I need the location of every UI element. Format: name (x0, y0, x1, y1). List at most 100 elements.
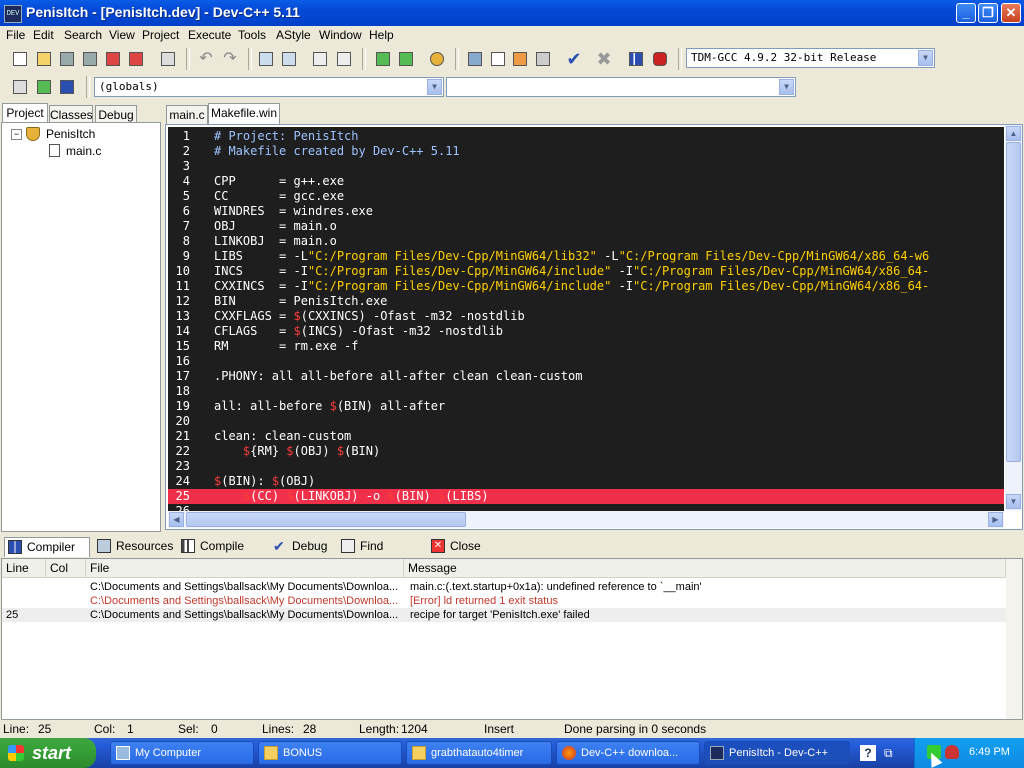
devcpp-app-icon[interactable]: DEV (4, 5, 22, 23)
column-header-file[interactable]: File (86, 559, 404, 578)
restore-windows-icon[interactable]: ⧉ (884, 745, 900, 761)
task-firefox-devcpp-download[interactable]: Dev-C++ downloa... (556, 741, 700, 765)
task-bonus[interactable]: BONUS (258, 741, 402, 765)
menu-view[interactable]: View (109, 28, 135, 42)
code-line[interactable]: 14 CFLAGS = $(INCS) -Ofast -m32 -nostdlib (168, 324, 1004, 339)
profile-chart-icon[interactable] (626, 49, 646, 69)
results-scrollbar[interactable] (1006, 559, 1022, 719)
task-penisitch-devcpp[interactable]: PenisItch - Dev-C++ (704, 741, 850, 765)
code-line[interactable]: 12 BIN = PenisItch.exe (168, 294, 1004, 309)
task-my-computer[interactable]: My Computer (110, 741, 254, 765)
security-shield-icon[interactable] (945, 745, 959, 759)
tab-debug-output[interactable]: ✔ Debug (270, 537, 332, 557)
column-header-col[interactable]: Col (46, 559, 86, 578)
stop-execution-icon[interactable]: ✖ (594, 49, 614, 69)
chevron-down-icon[interactable]: ▼ (918, 50, 933, 66)
compile-icon[interactable] (465, 49, 485, 69)
code-line[interactable]: 9 LIBS = -L"C:/Program Files/Dev-Cpp/MinG… (168, 249, 1004, 264)
horizontal-scroll-thumb[interactable] (186, 512, 466, 527)
scroll-up-icon[interactable]: ▲ (1006, 126, 1021, 141)
save-all-icon[interactable] (80, 49, 100, 69)
vertical-scroll-thumb[interactable] (1006, 142, 1021, 462)
chevron-down-icon[interactable]: ▼ (779, 79, 794, 95)
code-line[interactable]: 24 $(BIN): $(OBJ) (168, 474, 1004, 489)
menu-astyle[interactable]: AStyle (276, 28, 311, 42)
function-select[interactable]: ▼ (446, 77, 796, 97)
code-line[interactable]: 13 CXXFLAGS = $(CXXINCS) -Ofast -m32 -nos… (168, 309, 1004, 324)
task-grabthatauto4timer[interactable]: grabthatauto4timer (406, 741, 552, 765)
menu-file[interactable]: File (6, 28, 25, 42)
code-line[interactable]: 19 all: all-before $(BIN) all-after (168, 399, 1004, 414)
collapse-toggle[interactable]: − (11, 129, 22, 140)
code-line[interactable]: 26 (168, 504, 1004, 511)
menu-tools[interactable]: Tools (238, 28, 266, 42)
close-file-icon[interactable] (103, 49, 123, 69)
menu-project[interactable]: Project (142, 28, 179, 42)
title-bar[interactable]: DEV PenisItch - [PenisItch.dev] - Dev-C+… (0, 0, 1024, 26)
scope-select[interactable]: (globals) ▼ (94, 77, 444, 97)
clock[interactable]: 6:49 PM (969, 746, 1010, 758)
rebuild-all-icon[interactable] (533, 49, 553, 69)
debug-bug-icon[interactable] (650, 49, 670, 69)
redo-icon[interactable]: ↷ (220, 49, 240, 69)
close-all-icon[interactable] (126, 49, 146, 69)
tab-find-results[interactable]: Find Results (338, 537, 424, 572)
scroll-right-icon[interactable]: ▶ (988, 512, 1003, 527)
remove-from-project-icon[interactable] (396, 49, 416, 69)
code-editor[interactable]: 1 # Project: PenisItch 2 # Makefile created… (165, 124, 1023, 530)
print-icon[interactable] (158, 49, 178, 69)
tree-file-main-c[interactable]: main.c (66, 144, 101, 158)
code-line[interactable]: 7 OBJ = main.o (168, 219, 1004, 234)
menu-help[interactable]: Help (369, 28, 394, 42)
find-icon[interactable] (256, 49, 276, 69)
code-line[interactable]: 6 WINDRES = windres.exe (168, 204, 1004, 219)
code-line[interactable]: 18 (168, 384, 1004, 399)
result-row[interactable]: C:\Documents and Settings\ballsack\My Do… (2, 580, 1006, 594)
goto-declaration-icon[interactable] (34, 77, 54, 97)
goto-bookmark-icon[interactable] (334, 49, 354, 69)
minimize-button[interactable]: _ (956, 3, 976, 23)
code-line[interactable]: 23 (168, 459, 1004, 474)
code-line[interactable]: 10 INCS = -I"C:/Program Files/Dev-Cpp/Min… (168, 264, 1004, 279)
menu-edit[interactable]: Edit (33, 28, 54, 42)
toggle-bookmark-icon[interactable] (57, 77, 77, 97)
column-header-line[interactable]: Line (2, 559, 46, 578)
scroll-down-icon[interactable]: ▼ (1006, 494, 1021, 509)
add-to-project-icon[interactable] (373, 49, 393, 69)
code-line[interactable]: 22 ${RM} $(OBJ) $(BIN) (168, 444, 1004, 459)
tab-compiler[interactable]: Compiler (3) (4, 537, 90, 573)
code-line[interactable]: 20 (168, 414, 1004, 429)
insert-icon[interactable] (10, 77, 30, 97)
goto-line-icon[interactable] (310, 49, 330, 69)
open-file-icon[interactable] (34, 49, 54, 69)
menu-search[interactable]: Search (64, 28, 102, 42)
code-line[interactable]: 17 .PHONY: all all-before all-after clean… (168, 369, 1004, 384)
code-line[interactable]: 1 # Project: PenisItch (168, 129, 1004, 144)
save-icon[interactable] (57, 49, 77, 69)
replace-icon[interactable] (279, 49, 299, 69)
tab-makefile-win[interactable]: Makefile.win (208, 103, 280, 124)
code-line[interactable]: 5 CC = gcc.exe (168, 189, 1004, 204)
tab-compile-log[interactable]: Compile Log (178, 537, 266, 572)
close-button[interactable]: ✕ (1001, 3, 1021, 23)
code-line[interactable]: 8 LINKOBJ = main.o (168, 234, 1004, 249)
chevron-down-icon[interactable]: ▼ (427, 79, 442, 95)
column-header-message[interactable]: Message (404, 559, 1006, 578)
code-line[interactable]: 2 # Makefile created by Dev-C++ 5.11 (168, 144, 1004, 159)
code-line[interactable]: 3 (168, 159, 1004, 174)
tab-close[interactable]: ✕ Close (428, 537, 484, 557)
menu-window[interactable]: Window (319, 28, 362, 42)
vertical-scrollbar[interactable]: ▲ ▼ (1005, 125, 1022, 511)
run-icon[interactable] (488, 49, 508, 69)
tab-project[interactable]: Project (2, 103, 48, 124)
new-file-icon[interactable] (10, 49, 30, 69)
compile-run-icon[interactable] (510, 49, 530, 69)
code-line[interactable]: 11 CXXINCS = -I"C:/Program Files/Dev-Cpp/… (168, 279, 1004, 294)
tree-project-name[interactable]: PenisItch (46, 127, 95, 141)
result-row[interactable]: 25 C:\Documents and Settings\ballsack\My … (2, 608, 1006, 622)
code-line[interactable]: 15 RM = rm.exe -f (168, 339, 1004, 354)
undo-icon[interactable]: ↶ (196, 49, 216, 69)
menu-execute[interactable]: Execute (188, 28, 231, 42)
code-line[interactable]: 16 (168, 354, 1004, 369)
start-button[interactable]: start (0, 738, 96, 768)
